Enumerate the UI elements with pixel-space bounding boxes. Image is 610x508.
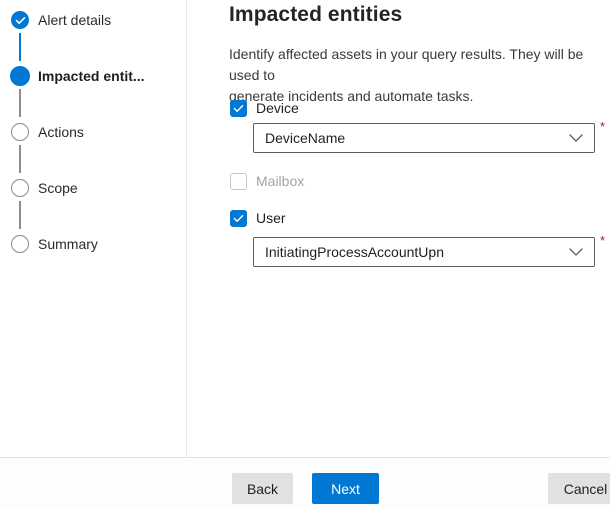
- cancel-button[interactable]: Cancel: [548, 473, 610, 504]
- step-connector: [19, 33, 21, 61]
- stepper-item-impacted-entities[interactable]: Impacted entit...: [38, 66, 145, 86]
- user-checkbox-label[interactable]: User: [256, 210, 286, 227]
- stepper-item-alert-details[interactable]: Alert details: [38, 10, 111, 30]
- stepper-item-scope[interactable]: Scope: [38, 178, 78, 198]
- step-circle-actions[interactable]: [11, 123, 29, 141]
- step-connector: [19, 89, 21, 117]
- user-checkbox[interactable]: [230, 210, 247, 227]
- wizard-footer: Back Next Cancel: [0, 457, 610, 508]
- step-circle-alert-details[interactable]: [11, 11, 29, 29]
- user-field-dropdown[interactable]: InitiatingProcessAccountUpn: [253, 237, 595, 267]
- device-field-dropdown[interactable]: DeviceName: [253, 123, 595, 153]
- user-required-asterisk: *: [600, 234, 605, 247]
- step-circle-scope[interactable]: [11, 179, 29, 197]
- checkmark-icon: [233, 104, 244, 113]
- stepper-item-actions[interactable]: Actions: [38, 122, 84, 142]
- chevron-down-icon: [569, 248, 583, 256]
- mailbox-checkbox: [230, 173, 247, 190]
- page-description-line: Identify affected assets in your query r…: [229, 44, 610, 86]
- step-circle-impacted-entities[interactable]: [10, 66, 30, 86]
- device-field-value: DeviceName: [265, 130, 345, 146]
- device-checkbox[interactable]: [230, 100, 247, 117]
- mailbox-checkbox-label: Mailbox: [256, 173, 304, 190]
- page-title: Impacted entities: [229, 3, 402, 27]
- device-checkbox-label[interactable]: Device: [256, 100, 299, 117]
- checkmark-icon: [233, 214, 244, 223]
- stepper-item-summary[interactable]: Summary: [38, 234, 98, 254]
- step-connector: [19, 201, 21, 229]
- back-button[interactable]: Back: [232, 473, 293, 504]
- next-button[interactable]: Next: [312, 473, 379, 504]
- step-circle-summary[interactable]: [11, 235, 29, 253]
- device-required-asterisk: *: [600, 120, 605, 133]
- page-description: Identify affected assets in your query r…: [229, 44, 610, 107]
- checkmark-icon: [15, 16, 26, 25]
- wizard-stepper-sidebar: Alert details Impacted entit... Actions …: [0, 0, 187, 457]
- chevron-down-icon: [569, 134, 583, 142]
- step-connector: [19, 145, 21, 173]
- user-field-value: InitiatingProcessAccountUpn: [265, 244, 444, 260]
